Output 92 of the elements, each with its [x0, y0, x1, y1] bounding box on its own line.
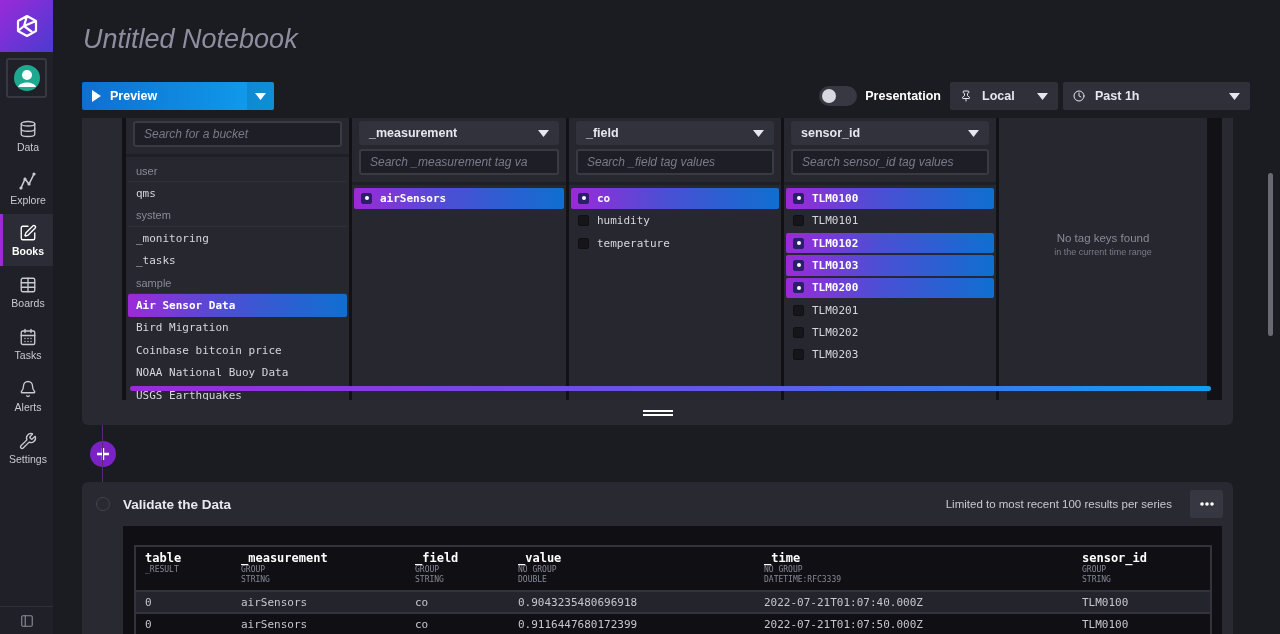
checkbox[interactable] [578, 192, 589, 204]
preview-button[interactable]: Preview [82, 82, 274, 110]
pin-icon [960, 90, 972, 102]
search-field[interactable]: Search for a bucket [133, 121, 342, 147]
avatar-icon [13, 65, 40, 91]
clock-icon [1073, 90, 1085, 102]
checkbox[interactable] [578, 215, 589, 227]
checkbox[interactable] [793, 192, 804, 204]
tag-value-item[interactable]: TLM0101 [786, 210, 994, 231]
caret-icon [753, 129, 764, 137]
checkbox[interactable] [793, 237, 804, 249]
tag-value-item[interactable]: co [571, 188, 779, 209]
checkbox[interactable] [793, 215, 804, 227]
bucket-group-label: system [128, 204, 347, 228]
checkbox[interactable] [361, 192, 372, 204]
step-circle-icon [96, 497, 110, 511]
caret-icon [538, 129, 549, 137]
tag-key-dropdown[interactable]: sensor_id [791, 121, 989, 145]
tag-value-item[interactable]: TLM0102 [786, 232, 994, 254]
table-cell: 0 [136, 592, 232, 614]
panel-title[interactable]: Validate the Data [123, 496, 936, 512]
sidebar-toggle-icon[interactable] [19, 613, 34, 628]
bucket-item[interactable]: NOAA National Buoy Data [128, 361, 347, 384]
table-cell: 2022-07-21T01:07:40.000Z [755, 592, 1073, 614]
sidebar-item[interactable]: Settings [0, 422, 53, 474]
bucket-item[interactable]: _tasks [128, 249, 347, 272]
sidebar-item[interactable]: Explore [0, 162, 53, 214]
table-cell: airSensors [232, 592, 406, 614]
checkbox[interactable] [793, 259, 804, 271]
avatar-button[interactable] [6, 58, 47, 98]
tag-value-item[interactable]: humidity [571, 210, 779, 231]
sidebar-item[interactable]: Boards [0, 266, 53, 318]
play-icon [92, 90, 101, 102]
empty-subtitle: in the current time range [1054, 246, 1152, 257]
caret-icon [968, 129, 979, 137]
bucket-group-label: user [128, 160, 347, 183]
vertical-scrollbar[interactable] [1267, 173, 1273, 336]
tag-value-item[interactable]: TLM0201 [786, 299, 994, 321]
calendar-icon [19, 327, 37, 346]
notebook-title[interactable]: Untitled Notebook [53, 0, 1280, 82]
resize-handle-icon[interactable] [642, 409, 673, 416]
more-icon [1199, 502, 1214, 506]
grid-icon [19, 275, 37, 294]
sidebar-item[interactable]: Books [0, 214, 53, 266]
table-cell: co [406, 592, 509, 614]
sidebar-item[interactable]: Tasks [0, 318, 53, 370]
tag-key-dropdown[interactable]: _measurement [359, 121, 559, 145]
bucket-item[interactable]: Coinbase bitcoin price [128, 339, 347, 362]
caret-icon [255, 92, 266, 100]
tag-key-dropdown[interactable]: _field [576, 121, 774, 145]
tag-value-item[interactable]: temperature [571, 232, 779, 254]
bucket-item[interactable]: _monitoring [128, 227, 347, 250]
tag-value-item[interactable]: TLM0202 [786, 322, 994, 343]
add-button[interactable] [90, 440, 116, 467]
tag-value-item[interactable]: TLM0100 [786, 188, 994, 209]
tag-value-item[interactable]: airSensors [354, 188, 564, 209]
checkbox[interactable] [793, 304, 804, 316]
checkbox[interactable] [578, 237, 589, 249]
tag-value-item[interactable]: TLM0203 [786, 344, 994, 366]
presentation-label: Presentation [865, 89, 941, 103]
caret-icon [1229, 92, 1240, 100]
line-graph-icon [18, 170, 38, 191]
bucket-item[interactable]: USGS Earthquakes [128, 383, 347, 400]
horizontal-scrollbar[interactable] [130, 386, 1211, 391]
bucket-item[interactable]: Air Sensor Data [128, 294, 347, 317]
timezone-dropdown[interactable]: Local [950, 82, 1058, 110]
tag-value-item[interactable]: TLM0200 [786, 277, 994, 299]
more-button[interactable] [1190, 490, 1223, 518]
results-note: Limited to most recent 100 results per series [945, 498, 1172, 510]
bucket-item[interactable]: Bird Migration [128, 316, 347, 340]
search-field[interactable]: Search _field tag values [576, 149, 774, 175]
settings-icon [19, 431, 37, 450]
checkbox[interactable] [793, 349, 804, 361]
notebook-icon [19, 223, 37, 242]
database-icon [19, 119, 37, 138]
bucket-item[interactable]: qms [128, 182, 347, 205]
logo-icon[interactable] [0, 0, 53, 52]
search-field[interactable]: Search _measurement tag va [359, 149, 559, 175]
caret-icon [1037, 92, 1048, 100]
sidebar-item[interactable]: Alerts [0, 370, 53, 422]
checkbox[interactable] [793, 327, 804, 339]
sidebar-item[interactable]: Data [0, 110, 53, 162]
plus-icon [97, 447, 109, 460]
table-cell: 0.9043235480696918 [509, 592, 755, 614]
time-range-dropdown[interactable]: Past 1h [1063, 82, 1250, 110]
presentation-toggle[interactable] [819, 86, 858, 106]
checkbox[interactable] [793, 282, 804, 294]
tag-value-item[interactable]: TLM0103 [786, 255, 994, 276]
bell-icon [19, 379, 37, 398]
table-cell: TLM0100 [1073, 592, 1210, 614]
search-field[interactable]: Search sensor_id tag values [791, 149, 989, 175]
empty-title: No tag keys found [1056, 231, 1150, 244]
